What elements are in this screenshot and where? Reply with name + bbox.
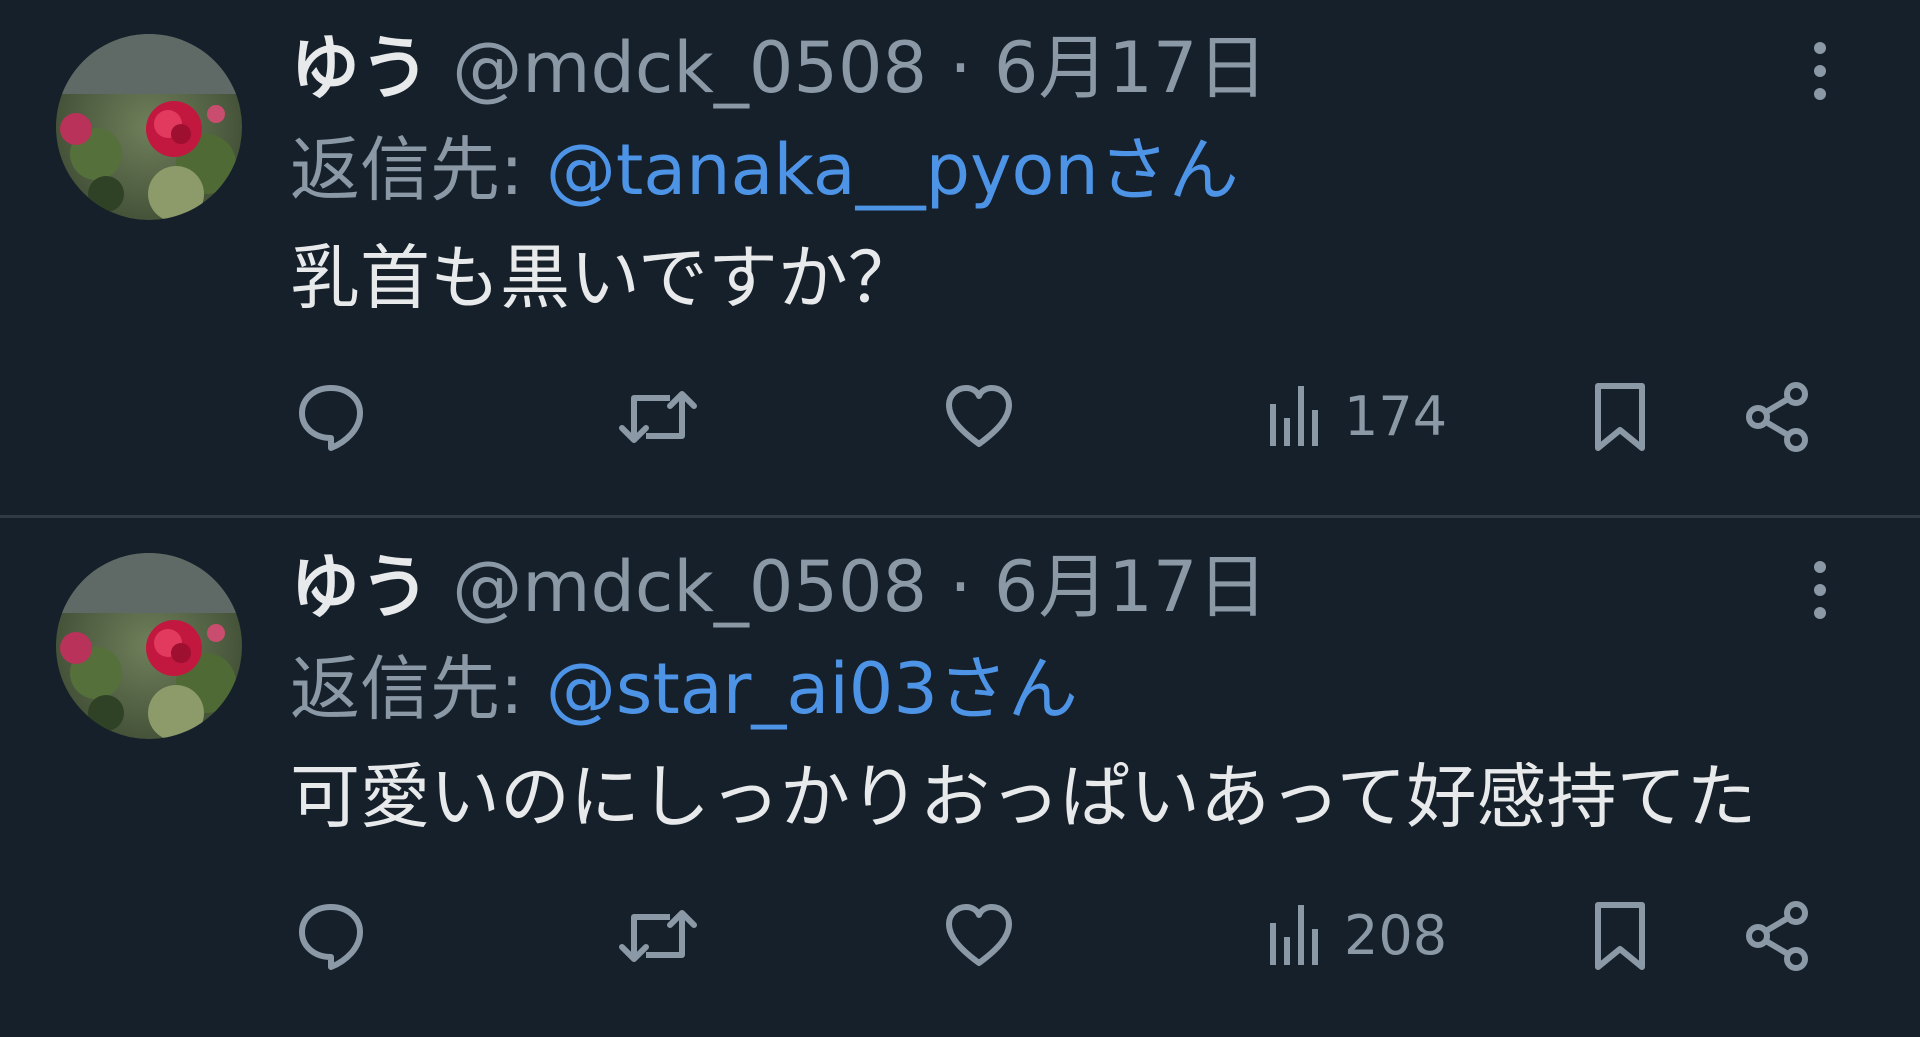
- bookmark-icon: [1595, 383, 1645, 451]
- action-bar: 174: [290, 380, 1830, 454]
- tweet-date[interactable]: 6月17日: [994, 546, 1268, 628]
- tweet[interactable]: ゆう @mdck_0508 · 6月17日 返信先: @star_ai03さん …: [0, 519, 1920, 1037]
- retweet-icon: [619, 910, 697, 962]
- tweet-text: 可愛いのにしっかりおっぱいあって好感持てた: [290, 756, 1757, 838]
- bookmark-button[interactable]: [1588, 899, 1652, 973]
- views-button[interactable]: 208: [1266, 899, 1447, 973]
- separator-dot: ·: [949, 546, 972, 628]
- avatar[interactable]: [56, 34, 242, 220]
- share-icon: [1746, 382, 1808, 452]
- like-button[interactable]: [942, 899, 1016, 973]
- retweet-button[interactable]: [616, 899, 700, 973]
- views-icon: [1270, 386, 1318, 446]
- avatar[interactable]: [56, 553, 242, 739]
- author-handle[interactable]: @mdck_0508: [452, 27, 927, 109]
- views-count: 208: [1344, 904, 1448, 967]
- author-name[interactable]: ゆう: [290, 27, 430, 109]
- reply-icon: [299, 904, 363, 970]
- like-icon: [946, 385, 1012, 447]
- retweet-icon: [619, 391, 697, 443]
- reply-prefix: 返信先:: [290, 648, 546, 730]
- share-button[interactable]: [1742, 380, 1816, 454]
- more-icon[interactable]: [1800, 36, 1840, 106]
- action-bar: 208: [290, 899, 1830, 973]
- reply-prefix: 返信先:: [290, 129, 546, 211]
- reply-context: 返信先: @tanaka__pyonさん: [290, 128, 1239, 212]
- more-icon[interactable]: [1800, 555, 1840, 625]
- tweet[interactable]: ゆう @mdck_0508 · 6月17日 返信先: @tanaka__pyon…: [0, 0, 1920, 518]
- author-handle[interactable]: @mdck_0508: [452, 546, 927, 628]
- separator-dot: ·: [949, 27, 972, 109]
- reply-to-link[interactable]: @tanaka__pyonさん: [546, 129, 1239, 211]
- share-icon: [1746, 901, 1808, 971]
- reply-context: 返信先: @star_ai03さん: [290, 647, 1078, 731]
- views-button[interactable]: 174: [1266, 380, 1447, 454]
- tweet-text: 乳首も黒いですか？: [290, 237, 918, 319]
- like-button[interactable]: [942, 380, 1016, 454]
- retweet-button[interactable]: [616, 380, 700, 454]
- reply-icon: [299, 385, 363, 451]
- reply-button[interactable]: [294, 899, 368, 973]
- views-icon: [1270, 905, 1318, 965]
- author-name[interactable]: ゆう: [290, 546, 430, 628]
- tweet-header: ゆう @mdck_0508 · 6月17日: [290, 545, 1267, 629]
- bookmark-icon: [1595, 902, 1645, 970]
- views-count: 174: [1344, 385, 1448, 448]
- reply-button[interactable]: [294, 380, 368, 454]
- bookmark-button[interactable]: [1588, 380, 1652, 454]
- share-button[interactable]: [1742, 899, 1816, 973]
- tweet-date[interactable]: 6月17日: [994, 27, 1268, 109]
- like-icon: [946, 904, 1012, 966]
- reply-to-link[interactable]: @star_ai03さん: [546, 648, 1078, 730]
- tweet-header: ゆう @mdck_0508 · 6月17日: [290, 26, 1267, 110]
